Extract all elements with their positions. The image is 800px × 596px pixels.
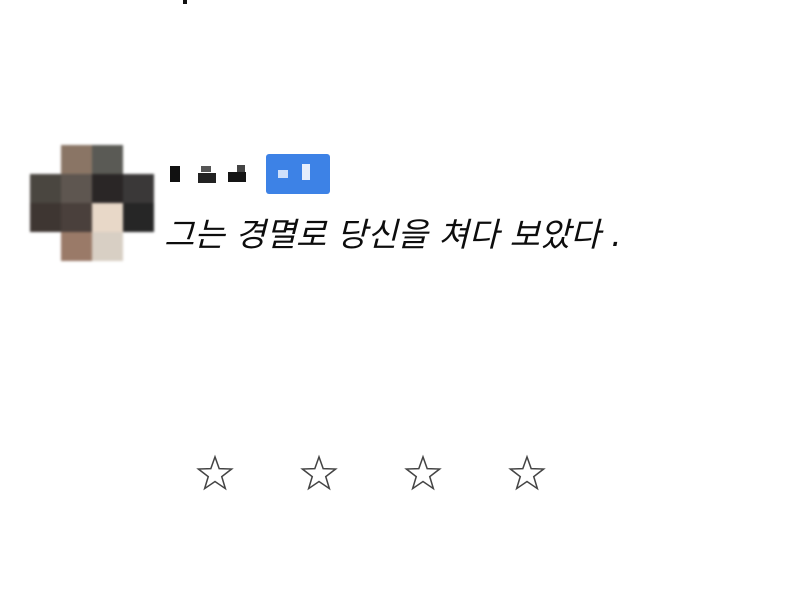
redacted-char xyxy=(198,164,216,184)
star-rating[interactable] xyxy=(196,454,546,492)
redacted-char xyxy=(168,164,186,184)
redacted-char xyxy=(228,164,246,184)
star-outline-icon xyxy=(196,454,234,491)
star-outline-icon xyxy=(508,454,546,491)
star-4[interactable] xyxy=(508,454,546,492)
star-3[interactable] xyxy=(404,454,442,492)
username-redacted[interactable] xyxy=(168,154,330,194)
avatar[interactable] xyxy=(30,145,154,261)
comment-text: 그는 경멸로 당신을 쳐다 보았다 . xyxy=(164,215,622,254)
redacted-badge xyxy=(266,154,330,194)
star-outline-icon xyxy=(300,454,338,491)
star-outline-icon xyxy=(404,454,442,491)
cropped-text-fragment xyxy=(183,0,187,4)
star-2[interactable] xyxy=(300,454,338,492)
star-1[interactable] xyxy=(196,454,234,492)
